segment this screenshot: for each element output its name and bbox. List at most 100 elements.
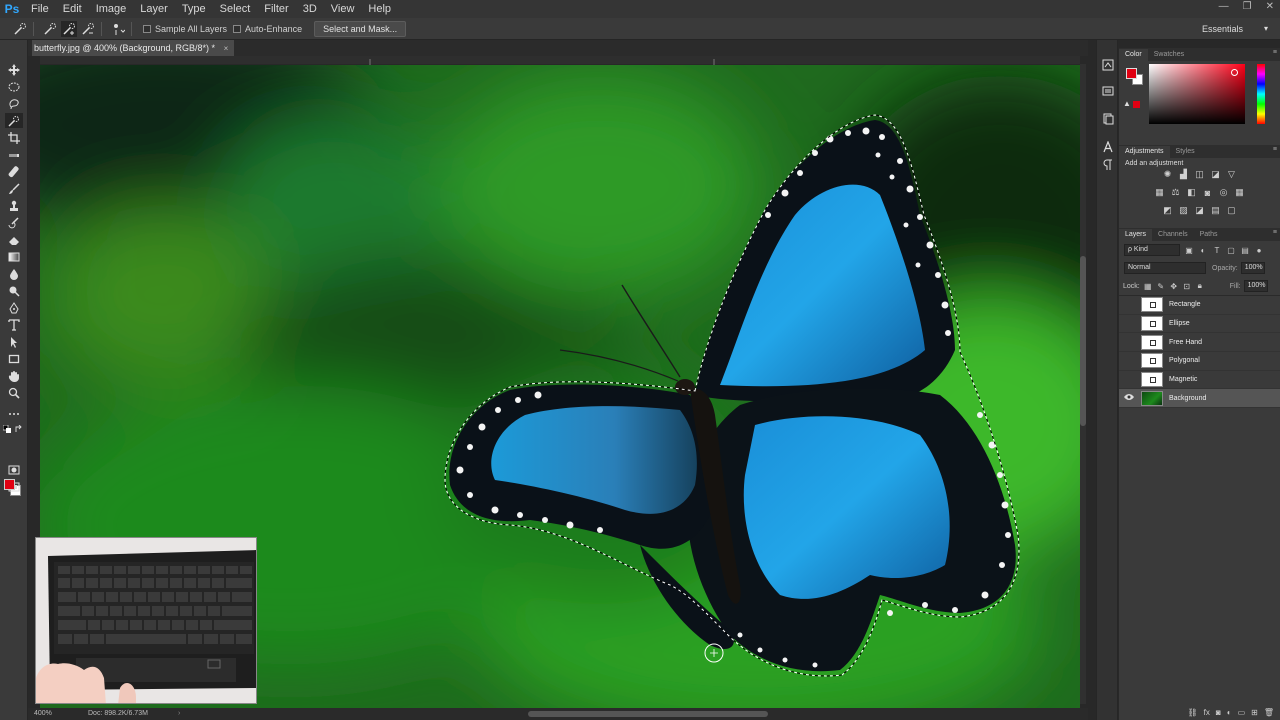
crop-tool-icon[interactable] bbox=[5, 130, 23, 145]
hue-saturation-icon[interactable]: ▦ bbox=[1153, 186, 1167, 199]
close-document-icon[interactable]: × bbox=[224, 44, 229, 53]
lock-transparent-icon[interactable]: ▦ bbox=[1143, 281, 1153, 291]
menu-filter[interactable]: Filter bbox=[257, 0, 295, 18]
opacity-field[interactable]: 100% bbox=[1240, 262, 1265, 274]
menu-type[interactable]: Type bbox=[175, 0, 213, 18]
link-layers-icon[interactable]: ⛓ bbox=[1188, 708, 1198, 720]
add-mask-icon[interactable]: ◙ bbox=[1216, 708, 1221, 720]
tab-swatches[interactable]: Swatches bbox=[1148, 49, 1190, 61]
clone-stamp-tool-icon[interactable] bbox=[5, 198, 23, 213]
color-balance-icon[interactable]: ⚖ bbox=[1169, 186, 1183, 199]
menu-file[interactable]: File bbox=[24, 0, 56, 18]
lock-image-icon[interactable]: ✎ bbox=[1156, 281, 1166, 291]
vertical-scrollbar-thumb[interactable] bbox=[1080, 256, 1086, 426]
swap-colors-icon[interactable] bbox=[14, 424, 24, 434]
tab-styles[interactable]: Styles bbox=[1170, 146, 1201, 158]
curves-icon[interactable]: ◫ bbox=[1193, 168, 1207, 181]
tab-color[interactable]: Color bbox=[1119, 49, 1148, 61]
close-window-button[interactable]: ✕ bbox=[1266, 0, 1274, 14]
eraser-tool-icon[interactable] bbox=[5, 232, 23, 247]
menu-3d[interactable]: 3D bbox=[296, 0, 324, 18]
photo-filter-icon[interactable]: ◙ bbox=[1201, 186, 1215, 199]
visibility-eye-icon[interactable] bbox=[1119, 393, 1139, 403]
delete-layer-icon[interactable]: 🗑︎ bbox=[1264, 708, 1274, 720]
new-group-icon[interactable]: ▭ bbox=[1238, 708, 1246, 720]
tab-adjustments[interactable]: Adjustments bbox=[1119, 146, 1170, 158]
pixel-filter-icon[interactable]: ▣ bbox=[1184, 245, 1194, 255]
workspace-dropdown[interactable]: Essentials bbox=[1196, 21, 1272, 37]
web-safe-color-swatch[interactable] bbox=[1133, 101, 1140, 108]
more-tools-icon[interactable] bbox=[5, 406, 23, 421]
paragraph-panel-icon[interactable] bbox=[1100, 158, 1116, 172]
menu-window[interactable]: Help bbox=[361, 0, 398, 18]
menu-view[interactable]: View bbox=[324, 0, 362, 18]
exposure-icon[interactable]: ◪ bbox=[1209, 168, 1223, 181]
shape-filter-icon[interactable]: ▢ bbox=[1226, 245, 1236, 255]
levels-icon[interactable]: ▟ bbox=[1177, 168, 1191, 181]
blend-mode-dropdown[interactable]: Normal bbox=[1124, 262, 1206, 274]
document-tab[interactable]: butterfly.jpg @ 400% (Background, RGB/8*… bbox=[32, 40, 235, 56]
quick-mask-icon[interactable] bbox=[5, 462, 23, 477]
menu-image[interactable]: Image bbox=[89, 0, 134, 18]
tab-channels[interactable]: Channels bbox=[1152, 229, 1194, 241]
adjustment-filter-icon[interactable]: ◐ bbox=[1198, 245, 1208, 255]
subtract-from-selection-brush-icon[interactable] bbox=[80, 21, 96, 37]
restore-button[interactable]: ❐ bbox=[1243, 0, 1252, 14]
invert-icon[interactable]: ◩ bbox=[1161, 204, 1175, 217]
color-lookup-icon[interactable]: ▦ bbox=[1233, 186, 1247, 199]
quick-selection-tool-preset-icon[interactable] bbox=[12, 21, 28, 37]
hand-tool-icon[interactable] bbox=[5, 368, 23, 383]
layer-row[interactable]: Background bbox=[1119, 389, 1280, 409]
gradient-tool-icon[interactable] bbox=[5, 249, 23, 264]
color-field-cursor[interactable] bbox=[1231, 69, 1238, 76]
layer-row[interactable]: Rectangle bbox=[1119, 296, 1280, 315]
brightness-icon[interactable]: ✺ bbox=[1161, 168, 1175, 181]
layer-style-icon[interactable]: fx bbox=[1204, 708, 1210, 720]
minimize-button[interactable]: — bbox=[1219, 0, 1229, 14]
sample-all-layers-checkbox[interactable]: Sample All Layers bbox=[143, 24, 227, 34]
menu-layer[interactable]: Layer bbox=[133, 0, 175, 18]
path-selection-tool-icon[interactable] bbox=[5, 334, 23, 349]
layer-row[interactable]: Ellipse bbox=[1119, 315, 1280, 334]
brush-tool-icon[interactable] bbox=[5, 181, 23, 196]
dodge-tool-icon[interactable] bbox=[5, 283, 23, 298]
panel-menu-icon[interactable]: ≡ bbox=[1273, 49, 1277, 56]
blur-tool-icon[interactable] bbox=[5, 266, 23, 281]
brush-size-picker-icon[interactable] bbox=[110, 21, 126, 37]
fill-field[interactable]: 100% bbox=[1243, 280, 1268, 292]
filter-toggle-icon[interactable]: ● bbox=[1254, 245, 1264, 255]
threshold-icon[interactable]: ◪ bbox=[1193, 204, 1207, 217]
libraries-panel-icon[interactable] bbox=[1100, 112, 1116, 126]
black-white-icon[interactable]: ◧ bbox=[1185, 186, 1199, 199]
type-tool-icon[interactable] bbox=[5, 317, 23, 332]
posterize-icon[interactable]: ▨ bbox=[1177, 204, 1191, 217]
character-panel-icon[interactable] bbox=[1100, 140, 1116, 154]
new-adjustment-layer-icon[interactable]: ◐ bbox=[1227, 708, 1232, 720]
layer-row[interactable]: Magnetic bbox=[1119, 371, 1280, 390]
panel-menu-icon[interactable]: ≡ bbox=[1273, 229, 1277, 236]
default-colors-icon[interactable] bbox=[2, 424, 12, 434]
status-menu-arrow-icon[interactable]: › bbox=[178, 708, 180, 720]
lock-all-icon[interactable]: 🔒︎ bbox=[1195, 281, 1205, 291]
move-tool-icon[interactable] bbox=[5, 62, 23, 77]
lock-position-icon[interactable]: ✥ bbox=[1169, 281, 1179, 291]
zoom-level-field[interactable]: 400% bbox=[34, 708, 52, 720]
smart-object-filter-icon[interactable]: ▤ bbox=[1240, 245, 1250, 255]
selective-color-icon[interactable]: ▢ bbox=[1225, 204, 1239, 217]
healing-brush-tool-icon[interactable] bbox=[5, 164, 23, 179]
horizontal-scrollbar-thumb[interactable] bbox=[528, 711, 768, 717]
type-filter-icon[interactable]: T bbox=[1212, 245, 1222, 255]
layer-row[interactable]: Free Hand bbox=[1119, 333, 1280, 353]
layer-kind-filter[interactable]: ρ Kind bbox=[1124, 244, 1180, 256]
quick-selection-tool-icon[interactable] bbox=[5, 113, 23, 128]
hue-slider[interactable] bbox=[1257, 64, 1265, 124]
new-layer-icon[interactable]: ⊞ bbox=[1251, 708, 1258, 720]
layer-row[interactable]: Polygonal bbox=[1119, 352, 1280, 371]
marquee-tool-icon[interactable] bbox=[5, 79, 23, 94]
tab-paths[interactable]: Paths bbox=[1194, 229, 1224, 241]
menu-edit[interactable]: Edit bbox=[56, 0, 89, 18]
gradient-map-icon[interactable]: ▤ bbox=[1209, 204, 1223, 217]
vibrance-icon[interactable]: ▽ bbox=[1225, 168, 1239, 181]
properties-panel-icon[interactable] bbox=[1100, 84, 1116, 98]
auto-enhance-checkbox[interactable]: Auto-Enhance bbox=[233, 24, 302, 34]
